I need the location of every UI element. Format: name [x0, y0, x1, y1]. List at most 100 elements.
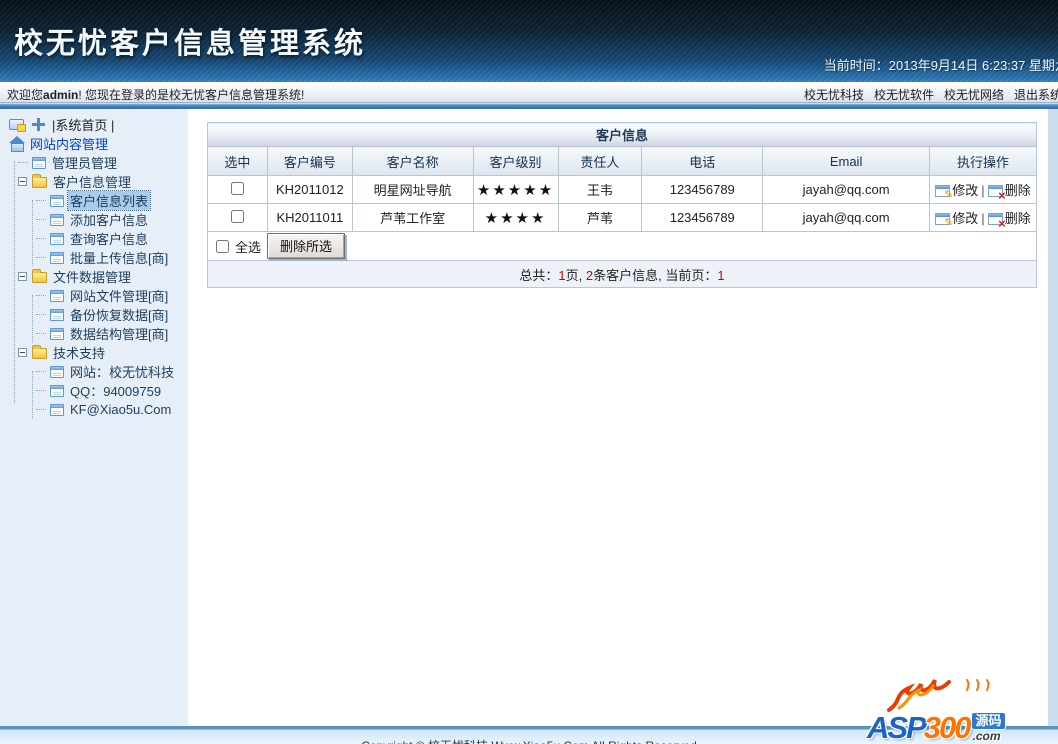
edit-link[interactable]: 修改	[935, 183, 978, 198]
sidebar-item-query-customer[interactable]: 查询客户信息	[0, 229, 188, 248]
page-footer: Copyright © 校无忧科技 Www.Xiao5u.Com All Rig…	[0, 726, 1058, 744]
sidebar-item-admin-management[interactable]: 管理员管理	[0, 153, 188, 172]
action-separator: |	[981, 211, 984, 226]
link-xiao5u-network[interactable]: 校无忧网络	[944, 86, 1004, 103]
system-home-label: |系统首页 |	[50, 115, 116, 134]
sidebar-item-add-customer[interactable]: 添加客户信息	[0, 210, 188, 229]
folder-icon	[32, 272, 47, 283]
tree-connector	[36, 219, 46, 220]
doc-icon	[50, 309, 64, 321]
doc-icon	[50, 233, 64, 245]
sidebar-item-customer-info-management[interactable]: 客户信息管理	[0, 172, 188, 191]
col-header-select: 选中	[208, 147, 268, 176]
sidebar-item-system-home[interactable]: |系统首页 |	[0, 115, 188, 134]
sidebar-item-tech-support[interactable]: 技术支持	[0, 343, 188, 362]
tree-connector	[18, 162, 28, 163]
action-separator: |	[981, 183, 984, 198]
delete-icon	[988, 213, 1003, 225]
row-checkbox[interactable]	[231, 210, 244, 223]
cell-phone: 123456789	[642, 176, 763, 204]
tree-connector	[36, 390, 46, 391]
sidebar-item-website-link[interactable]: 网站：校无忧科技	[0, 362, 188, 381]
doc-icon	[50, 366, 64, 378]
delete-link[interactable]: 删除	[988, 211, 1031, 226]
link-xiao5u-tech[interactable]: 校无忧科技	[804, 86, 864, 103]
col-header-email: Email	[763, 147, 930, 176]
table-toolbar: 全选 删除所选	[216, 233, 1036, 259]
welcome-prefix: 欢迎您	[7, 88, 43, 102]
doc-icon	[50, 385, 64, 397]
doc-icon	[50, 290, 64, 302]
sidebar-item-data-structure[interactable]: 数据结构管理[商]	[0, 324, 188, 343]
tree-connector	[36, 371, 46, 372]
sidebar-item-batch-upload[interactable]: 批量上传信息[商]	[0, 248, 188, 267]
delete-selected-button[interactable]: 删除所选	[267, 233, 345, 259]
tree-connector	[36, 314, 46, 315]
welcome-suffix: ! 您现在登录的是校无忧客户信息管理系统!	[78, 88, 304, 102]
collapse-icon[interactable]	[18, 272, 27, 281]
delete-link[interactable]: 删除	[988, 183, 1031, 198]
username: admin	[43, 88, 78, 102]
folder-icon	[32, 177, 47, 188]
select-all-label: 全选	[235, 237, 261, 256]
row-checkbox[interactable]	[231, 182, 244, 195]
cell-actions: 修改| 删除	[929, 176, 1036, 204]
table-row: KH2011012 明星网址导航 ★★★★★ 王韦 123456789 jaya…	[208, 176, 1037, 204]
tree-connector	[36, 409, 46, 410]
sidebar-item-qq[interactable]: QQ：94009759	[0, 381, 188, 400]
sidebar-item-kf-email[interactable]: KF@Xiao5u.Com	[0, 400, 188, 419]
welcome-message: 欢迎您admin! 您现在登录的是校无忧客户信息管理系统!	[7, 86, 304, 103]
edit-icon	[935, 213, 950, 225]
link-xiao5u-software[interactable]: 校无忧软件	[874, 86, 934, 103]
cell-customer-name: 明星网址导航	[352, 176, 473, 204]
doc-icon	[50, 404, 64, 416]
current-page: 1	[717, 268, 724, 283]
cell-actions: 修改| 删除	[929, 204, 1036, 232]
folder-icon	[32, 348, 47, 359]
sidebar-item-file-data-management[interactable]: 文件数据管理	[0, 267, 188, 286]
delete-icon	[988, 185, 1003, 197]
col-header-customer-name: 客户名称	[352, 147, 473, 176]
tree-connector-line	[32, 295, 33, 343]
tree-connector	[36, 238, 46, 239]
app-header: 校无忧客户信息管理系统 当前时间：2013年9月14日 6:23:37 星期六	[0, 0, 1058, 82]
collapse-icon[interactable]	[18, 177, 27, 186]
tree-connector-line	[14, 161, 15, 403]
link-logout[interactable]: 退出系统	[1014, 86, 1058, 103]
sidebar-item-site-file-management[interactable]: 网站文件管理[商]	[0, 286, 188, 305]
current-time: 当前时间：2013年9月14日 6:23:37 星期六	[824, 55, 1058, 74]
cell-owner: 芦苇	[558, 204, 642, 232]
cell-customer-id: KH2011012	[267, 176, 352, 204]
edit-icon	[935, 185, 950, 197]
pagination-summary: 总共：1页, 2条客户信息, 当前页：1	[208, 261, 1037, 288]
collapse-icon[interactable]	[18, 348, 27, 357]
cell-email: jayah@qq.com	[763, 176, 930, 204]
welcome-bar: 欢迎您admin! 您现在登录的是校无忧客户信息管理系统! 校无忧科技 校无忧软…	[0, 82, 1058, 103]
col-header-actions: 执行操作	[929, 147, 1036, 176]
sidebar-item-backup-restore[interactable]: 备份恢复数据[商]	[0, 305, 188, 324]
tree-connector-line	[32, 200, 33, 266]
edit-link[interactable]: 修改	[935, 211, 978, 226]
tree-connector	[36, 333, 46, 334]
page-title: 校无忧客户信息管理系统	[14, 20, 366, 62]
cell-customer-level: ★★★★	[473, 204, 558, 232]
customer-table: 客户信息 选中 客户编号 客户名称 客户级别 责任人 电话 Email 执行操作…	[207, 122, 1037, 288]
select-all-checkbox[interactable]	[216, 240, 229, 253]
cell-customer-level: ★★★★★	[473, 176, 558, 204]
tree-connector	[36, 200, 46, 201]
main-content: 客户信息 选中 客户编号 客户名称 客户级别 责任人 电话 Email 执行操作…	[188, 109, 1048, 726]
doc-icon	[32, 157, 46, 169]
col-header-customer-level: 客户级别	[473, 147, 558, 176]
cell-customer-id: KH2011011	[267, 204, 352, 232]
copyright-text: Copyright © 校无忧科技 Www.Xiao5u.Com All Rig…	[0, 737, 1058, 744]
top-nav-links: 校无忧科技 校无忧软件 校无忧网络 退出系统	[804, 86, 1058, 103]
total-pages: 1	[558, 268, 565, 283]
cell-owner: 王韦	[558, 176, 642, 204]
col-header-customer-id: 客户编号	[267, 147, 352, 176]
sidebar-item-customer-list[interactable]: 客户信息列表	[0, 191, 188, 210]
doc-icon	[50, 328, 64, 340]
table-title: 客户信息	[208, 123, 1037, 147]
tree-connector	[36, 257, 46, 258]
sidebar-item-site-content-management[interactable]: 网站内容管理	[0, 134, 188, 153]
tree-connector	[36, 295, 46, 296]
